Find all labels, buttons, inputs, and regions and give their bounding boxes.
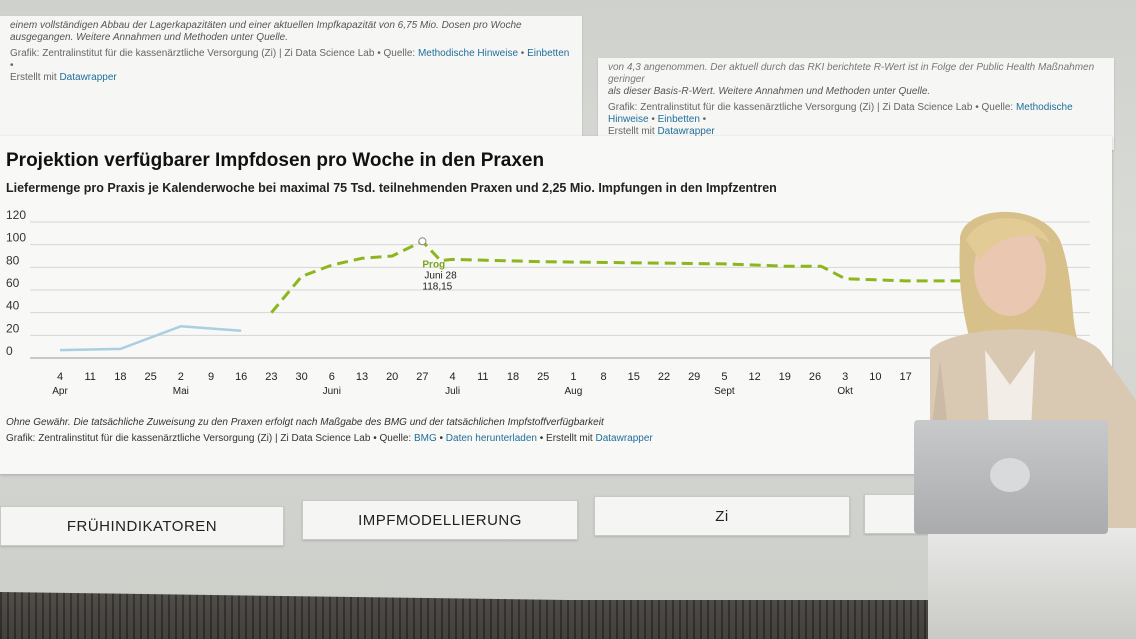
x-tick-label: 30 (295, 371, 307, 383)
top-card-right-note: von 4,3 angenommen. Der aktuell durch da… (608, 62, 1104, 98)
x-tick-month-label: Sept (714, 386, 735, 397)
top-chart-card-left: einem vollständigen Abbau der Lagerkapaz… (0, 16, 582, 136)
x-tick-label: 26 (809, 371, 821, 383)
x-tick-label: 25 (144, 371, 156, 383)
source-separator: • (436, 433, 446, 444)
x-tick-label: 25 (537, 371, 549, 383)
y-tick-label: 20 (6, 321, 20, 335)
chart-source: Grafik: Zentralinstitut für die kassenär… (6, 433, 653, 444)
x-tick-label: 11 (477, 371, 488, 383)
top-card-left-note: einem vollständigen Abbau der Lagerkapaz… (10, 20, 572, 44)
x-tick-label: 6 (329, 371, 335, 383)
einbetten-link[interactable]: Einbetten (527, 48, 569, 59)
chart-note: Ohne Gewähr. Die tatsächliche Zuweisung … (6, 417, 604, 428)
bmg-link[interactable]: BMG (414, 433, 437, 444)
y-tick-label: 40 (6, 299, 20, 313)
source-middle: • Erstellt mit (536, 433, 596, 444)
einbetten-link[interactable]: Einbetten (658, 114, 700, 125)
nav-button-impfmodellierung[interactable]: IMPFMODELLIERUNG (302, 500, 578, 540)
daten-herunterladen-link[interactable]: Daten herunterladen (446, 433, 537, 444)
x-tick-label: 8 (601, 371, 607, 383)
created-prefix: Erstellt mit (10, 72, 60, 83)
x-tick-label: 16 (235, 371, 247, 383)
x-tick-label: 20 (386, 371, 398, 383)
x-tick-month-label: Mai (173, 386, 189, 397)
chart-title: Projektion verfügbarer Impfdosen pro Woc… (6, 150, 545, 171)
tooltip-date: Juni 28 (424, 270, 457, 281)
x-tick-label: 4 (57, 371, 63, 383)
source-suffix: • (699, 114, 707, 125)
source-separator: • (518, 48, 528, 59)
x-tick-label: 13 (356, 371, 368, 383)
x-tick-month-label: Juli (445, 386, 460, 397)
top-card-left-note-line2: ausgegangen. Weitere Annahmen und Method… (10, 32, 288, 43)
x-tick-label: 3 (842, 371, 848, 383)
x-tick-month-label: Okt (837, 386, 853, 397)
source-prefix: Grafik: Zentralinstitut für die kassenär… (10, 48, 418, 59)
x-tick-label: 19 (779, 371, 791, 383)
methodische-hinweise-link[interactable]: Methodische Hinweise (418, 48, 518, 59)
source-separator: • (648, 114, 658, 125)
tooltip-marker (418, 237, 427, 246)
x-tick-label: 11 (84, 371, 95, 383)
y-tick-label: 100 (6, 231, 26, 245)
top-card-right-source: Grafik: Zentralinstitut für die kassenär… (608, 102, 1104, 138)
top-card-left-note-line1: einem vollständigen Abbau der Lagerkapaz… (10, 20, 522, 31)
x-tick-month-label: Juni (323, 386, 341, 397)
x-tick-label: 12 (748, 371, 760, 383)
y-tick-label: 80 (6, 253, 20, 267)
x-tick-label: 23 (265, 371, 277, 383)
x-tick-label: 1 (570, 371, 576, 383)
x-tick-label: 4 (450, 371, 456, 383)
y-tick-label: 120 (6, 208, 26, 222)
x-tick-month-label: Apr (52, 386, 68, 397)
y-tick-label: 60 (6, 276, 20, 290)
tooltip-value: 118,15 (422, 281, 452, 292)
x-tick-label: 18 (114, 371, 126, 383)
top-card-right-note-line2: als dieser Basis-R-Wert. Weitere Annahme… (608, 86, 931, 97)
laptop-logo-icon (990, 458, 1030, 492)
x-tick-label: 5 (721, 371, 727, 383)
x-tick-label: 29 (688, 371, 700, 383)
top-card-left-source: Grafik: Zentralinstitut für die kassenär… (10, 48, 572, 84)
x-tick-label: 15 (628, 371, 640, 383)
top-card-right-note-line1: von 4,3 angenommen. Der aktuell durch da… (608, 62, 1095, 85)
x-tick-label: 9 (208, 371, 214, 383)
presenter-desk (928, 528, 1136, 639)
datawrapper-link[interactable]: Datawrapper (596, 433, 653, 444)
y-tick-label: 0 (6, 344, 13, 358)
chart-subtitle: Liefermenge pro Praxis je Kalenderwoche … (6, 181, 777, 195)
x-tick-label: 10 (869, 371, 881, 383)
nav-button-zi[interactable]: Zi (594, 496, 850, 536)
source-suffix: • (10, 60, 14, 71)
series-line-0 (59, 325, 242, 352)
nav-button-fruehindikatoren[interactable]: FRÜHINDIKATOREN (0, 506, 284, 546)
x-tick-label: 27 (416, 371, 428, 383)
source-prefix: Grafik: Zentralinstitut für die kassenär… (608, 102, 1016, 113)
x-tick-month-label: Aug (565, 386, 583, 397)
x-tick-label: 22 (658, 371, 670, 383)
tooltip-label: Prog (422, 259, 445, 270)
x-tick-label: 2 (178, 371, 184, 383)
datawrapper-link[interactable]: Datawrapper (59, 72, 116, 83)
source-prefix: Grafik: Zentralinstitut für die kassenär… (6, 433, 414, 444)
x-tick-label: 18 (507, 371, 519, 383)
